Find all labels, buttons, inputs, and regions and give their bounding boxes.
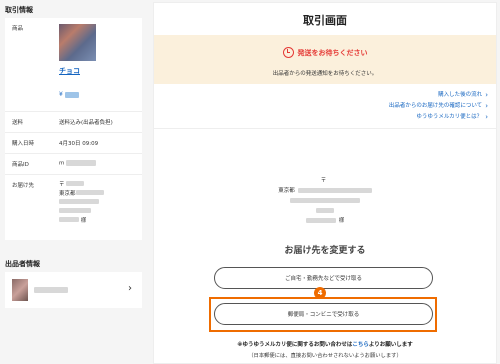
delivery-address-redacted <box>75 190 104 195</box>
delivery-label: お届け先 <box>12 183 35 189</box>
seller-card[interactable]: › <box>5 272 142 308</box>
item-price: ¥ <box>59 91 138 98</box>
status-banner: 発送をお待ちください 出品者からの発送通知をお待ちください。 <box>154 35 496 84</box>
item-name-link[interactable]: チョコ <box>59 67 80 75</box>
address-city-label: 東京都 <box>278 188 295 194</box>
link-label: 購入した後の流れ <box>438 92 483 98</box>
banner-title: 発送をお待ちください <box>297 48 368 57</box>
delivery-postal-redacted <box>66 181 85 186</box>
address-name: 様 <box>154 215 496 225</box>
product-row: 商品 チョコ ¥ <box>5 18 142 112</box>
receive-at-home-button[interactable]: ご自宅・勤務先などで受け取る <box>214 267 433 289</box>
product-id-value: m <box>59 154 142 174</box>
address3-redacted <box>316 207 334 213</box>
help-links: 購入した後の流れ › 出品者からのお届け先の確認について › ゆうゆうメルカリ便… <box>389 90 488 123</box>
delivery-address3-redacted <box>59 208 91 213</box>
address-postal-prefix: 〒 <box>320 178 327 184</box>
clock-icon <box>282 47 294 58</box>
divider <box>154 128 496 129</box>
product-id-prefix: m <box>59 160 65 167</box>
purchase-date-value: 4月30日 09:09 <box>59 141 99 147</box>
address-line2 <box>154 195 496 205</box>
delivery-city: 東京都 <box>59 191 76 197</box>
link-yuyu-mercari[interactable]: ゆうゆうメルカリ便とは？ › <box>389 112 488 123</box>
chevron-right-icon: › <box>128 283 132 294</box>
banner-text: 出品者からの発送通知をお待ちください。 <box>272 71 378 77</box>
purchase-date-row: 購入日時 4月30日 09:09 <box>5 133 142 154</box>
transaction-screen: 取引画面 発送をお待ちください 出品者からの発送通知をお待ちください。 購入した… <box>153 2 497 364</box>
seller-name-redacted <box>34 287 68 293</box>
price-redacted <box>64 91 79 98</box>
price-prefix: ¥ <box>59 91 63 98</box>
delivery-row: お届け先 〒 東京都 様 <box>5 175 142 240</box>
inquiry-link[interactable]: こちら <box>352 342 369 348</box>
note-text-after: よりお願いします <box>368 342 413 348</box>
delivery-address2-redacted <box>59 199 99 204</box>
step-highlight-frame <box>209 297 437 332</box>
transaction-info-panel: 取引情報 商品 チョコ ¥ 送料 送料込み(出品者負担) 購入日時 4月30日 … <box>0 0 147 364</box>
delivery-postal-prefix: 〒 <box>59 182 65 188</box>
address2-redacted <box>290 197 360 203</box>
link-label: ゆうゆうメルカリ便とは？ <box>416 114 483 120</box>
note-text-before: ※ゆうゆうメルカリ便に関するお問い合わせは <box>237 342 353 348</box>
product-id-row: 商品ID m <box>5 154 142 175</box>
banner-heading: 発送をお待ちください <box>282 47 368 58</box>
step-number-badge: 4 <box>314 287 326 299</box>
delivery-suffix: 様 <box>80 218 87 224</box>
delivery-value: 〒 東京都 様 <box>59 175 142 240</box>
chevron-right-icon: › <box>485 113 488 121</box>
shipping-label: 送料 <box>12 120 24 126</box>
product-id-redacted <box>66 160 97 166</box>
shipping-row: 送料 送料込み(出品者負担) <box>5 112 142 133</box>
product-value: チョコ ¥ <box>59 18 142 111</box>
address-city: 東京都 <box>154 185 496 195</box>
inquiry-note: ※ゆうゆうメルカリ便に関するお問い合わせはこちらよりお願いします <box>154 340 496 348</box>
transaction-info-title: 取引情報 <box>5 6 33 14</box>
transaction-info-card: 商品 チョコ ¥ 送料 送料込み(出品者負担) 購入日時 4月30日 09:09… <box>5 18 142 240</box>
seller-avatar <box>12 279 28 301</box>
address-postal: 〒 <box>154 175 496 185</box>
chevron-right-icon: › <box>485 91 488 99</box>
product-id-label: 商品ID <box>12 162 29 168</box>
shipping-value: 送料込み(出品者負担) <box>59 120 113 126</box>
address-line3 <box>154 205 496 215</box>
delivery-address-block: 〒 東京都 様 <box>154 175 496 225</box>
chevron-right-icon: › <box>485 102 488 110</box>
inquiry-subnote: （日本郵便には、直接お問い合わせされないようお願いします） <box>248 353 402 359</box>
link-after-purchase[interactable]: 購入した後の流れ › <box>389 90 488 101</box>
product-thumbnail[interactable] <box>59 24 96 61</box>
address-redacted <box>297 187 372 193</box>
purchase-date-label: 購入日時 <box>12 141 35 147</box>
link-delivery-confirmation[interactable]: 出品者からのお届け先の確認について › <box>389 101 488 112</box>
recipient-name-redacted <box>305 217 336 223</box>
delivery-name-redacted <box>59 217 79 222</box>
change-address-title: お届け先を変更する <box>284 246 366 256</box>
address-suffix: 様 <box>338 218 345 224</box>
seller-info-title: 出品者情報 <box>5 260 40 268</box>
link-label: 出品者からのお届け先の確認について <box>388 103 483 109</box>
product-label: 商品 <box>12 26 24 32</box>
page-title: 取引画面 <box>303 14 347 27</box>
